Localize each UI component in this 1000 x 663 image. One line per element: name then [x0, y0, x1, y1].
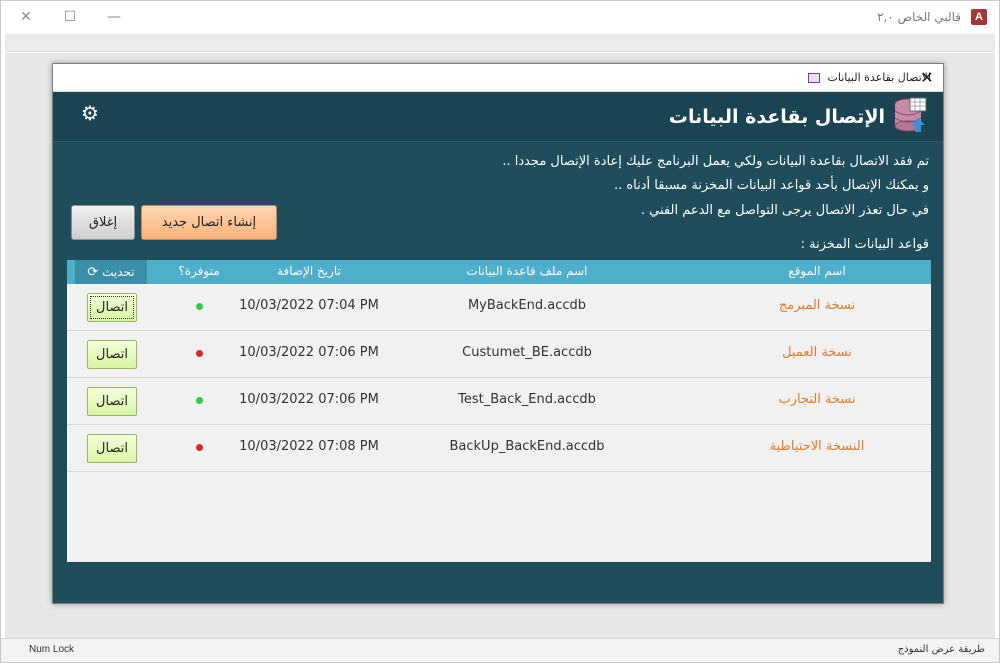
- site-name: نسخة العميل: [782, 345, 852, 360]
- close-window-icon[interactable]: ✕: [15, 7, 37, 27]
- date-added: 10/03/2022 07:04 PM: [239, 298, 379, 313]
- site-name: نسخة المبرمج: [778, 298, 856, 313]
- table-row: نسخة التجارب Test_Back_End.accdb 10/03/2…: [67, 378, 931, 425]
- app-title: قالبي الخاص ٢,٠: [877, 10, 961, 24]
- form-icon: [807, 73, 820, 83]
- date-added: 10/03/2022 07:08 PM: [239, 439, 379, 454]
- column-file-header: اسم ملف قاعدة البيانات: [466, 264, 588, 278]
- file-name: BackUp_BackEnd.accdb: [449, 439, 605, 454]
- refresh-button[interactable]: تحديث ⟳: [75, 260, 147, 284]
- file-name: Custumet_BE.accdb: [462, 345, 592, 360]
- unavailable-indicator-icon: [196, 444, 203, 451]
- table-row: نسخة المبرمج MyBackEnd.accdb 10/03/2022 …: [67, 284, 931, 331]
- databases-table: اسم الموقع اسم ملف قاعدة البيانات تاريخ …: [67, 260, 931, 562]
- table-row: النسخة الاحتياطية BackUp_BackEnd.accdb 1…: [67, 425, 931, 472]
- dialog-title: الاتصال بقاعدة البيانات: [827, 71, 931, 84]
- available-indicator-icon: [196, 397, 203, 404]
- dialog-header-title: الإتصال بقاعدة البيانات: [668, 106, 885, 128]
- window-titlebar: ✕ ☐ — A قالبي الخاص ٢,٠: [1, 1, 999, 33]
- maximize-window-icon[interactable]: ☐: [59, 7, 81, 27]
- dialog-title-wrap: الاتصال بقاعدة البيانات: [807, 71, 931, 84]
- stored-databases-label: قواعد البيانات المخزنة :: [800, 237, 929, 252]
- message-line-1: تم فقد الاتصال بقاعدة البيانات ولكي يعمل…: [502, 154, 929, 169]
- status-bar: Num Lock طريقة عرض النموذج: [1, 638, 999, 662]
- table-header: اسم الموقع اسم ملف قاعدة البيانات تاريخ …: [67, 260, 931, 284]
- date-added: 10/03/2022 07:06 PM: [239, 392, 379, 407]
- available-indicator-icon: [196, 303, 203, 310]
- connect-button[interactable]: اتصال: [87, 340, 137, 369]
- refresh-icon: ⟳: [87, 265, 99, 280]
- table-row: نسخة العميل Custumet_BE.accdb 10/03/2022…: [67, 331, 931, 378]
- close-button[interactable]: إغلاق: [71, 205, 135, 240]
- message-line-2: و يمكنك الإتصال بأحد قواعد البيانات المخ…: [613, 178, 929, 193]
- dialog-footer: [53, 562, 943, 603]
- access-app-icon: A: [971, 9, 987, 25]
- connect-button[interactable]: اتصال: [87, 293, 137, 322]
- dialog-header: ⚙ الإتصال بقاعدة البيانات: [53, 92, 943, 142]
- num-lock-indicator: Num Lock: [29, 644, 75, 655]
- site-name: نسخة التجارب: [778, 392, 856, 407]
- file-name: MyBackEnd.accdb: [467, 298, 587, 313]
- ribbon-strip: [5, 34, 995, 52]
- database-icon: [894, 97, 927, 132]
- site-name: النسخة الاحتياطية: [769, 439, 865, 454]
- date-added: 10/03/2022 07:06 PM: [239, 345, 379, 360]
- connect-button[interactable]: اتصال: [87, 387, 137, 416]
- gear-icon[interactable]: ⚙: [79, 102, 101, 124]
- column-date-header: تاريخ الإضافة: [277, 264, 341, 278]
- connect-database-dialog: ✕ الاتصال بقاعدة البيانات ⚙ الإتصال بقاع…: [52, 63, 944, 604]
- unavailable-indicator-icon: [196, 350, 203, 357]
- refresh-label: تحديث: [102, 265, 135, 279]
- connect-button[interactable]: اتصال: [87, 434, 137, 463]
- new-connection-button[interactable]: إنشاء اتصال جديد: [141, 205, 277, 240]
- view-mode-label: طريقة عرض النموذج: [897, 644, 985, 655]
- column-site-header: اسم الموقع: [788, 264, 846, 278]
- file-name: Test_Back_End.accdb: [458, 392, 596, 407]
- dialog-titlebar: ✕ الاتصال بقاعدة البيانات: [53, 64, 943, 92]
- column-available-header: متوفرة؟: [178, 264, 220, 278]
- minimize-window-icon[interactable]: —: [103, 7, 125, 27]
- message-line-3: في حال تعذر الاتصال يرجى التواصل مع الدع…: [640, 203, 929, 218]
